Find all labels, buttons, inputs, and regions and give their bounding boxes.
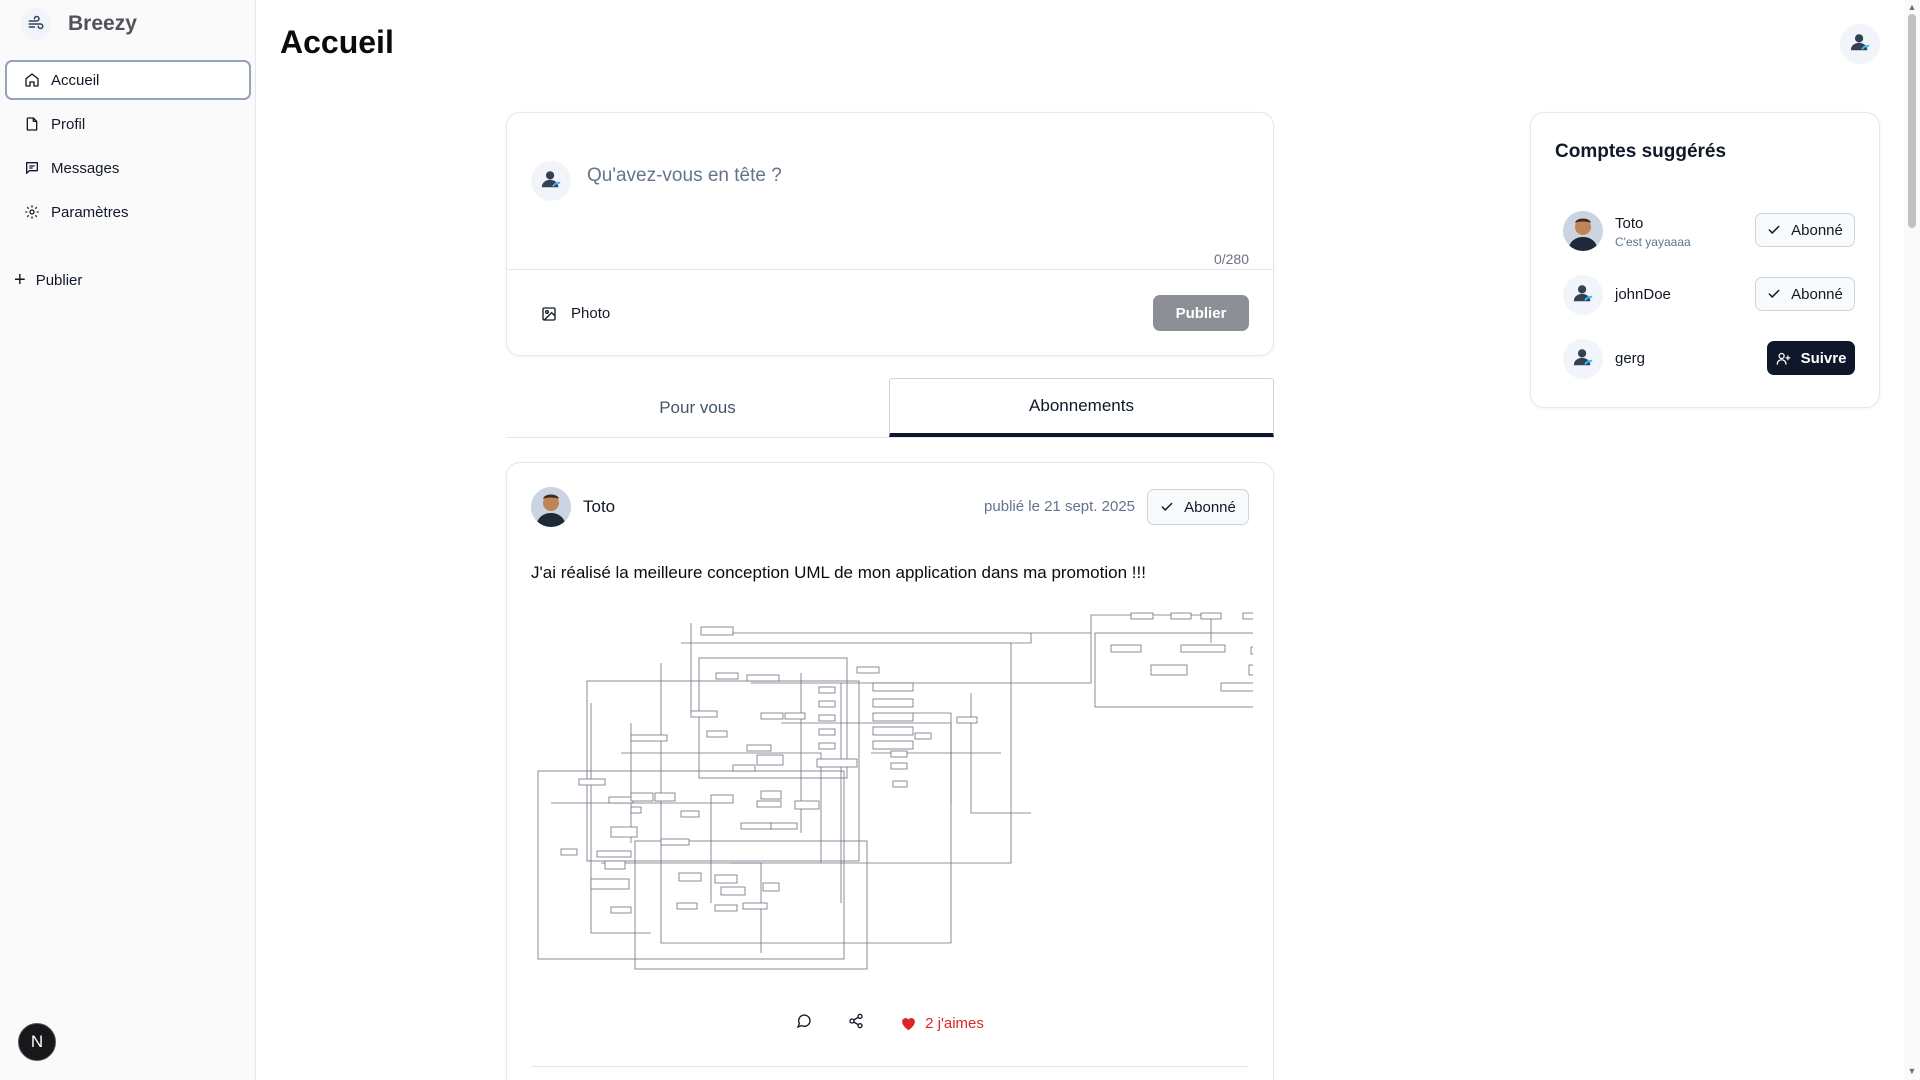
uml-diagram-image[interactable] bbox=[531, 603, 1280, 973]
suggested-accounts-title: Comptes suggérés bbox=[1555, 141, 1727, 162]
suggested-account-name[interactable]: gerg bbox=[1615, 350, 1645, 367]
post-composer: Qu'avez-vous en tête ? 0/280 Photo Publi… bbox=[506, 112, 1274, 356]
sidebar-item-label: Paramètres bbox=[51, 203, 129, 221]
suggested-account-row: johnDoe Abonné bbox=[1555, 271, 1855, 319]
character-counter: 0/280 bbox=[1213, 251, 1249, 267]
check-icon bbox=[1767, 223, 1781, 237]
user-icon bbox=[1849, 31, 1871, 58]
publish-button[interactable]: Publier bbox=[1153, 295, 1249, 331]
check-icon bbox=[1160, 500, 1174, 514]
tab-abonnements[interactable]: Abonnements bbox=[889, 378, 1274, 437]
file-icon bbox=[23, 115, 41, 133]
comment-button[interactable] bbox=[796, 1013, 812, 1034]
home-icon bbox=[23, 71, 41, 89]
scroll-up-arrow-icon[interactable]: ▲ bbox=[1907, 2, 1917, 12]
post-follow-button[interactable]: Abonné bbox=[1147, 489, 1249, 525]
composer-avatar bbox=[531, 161, 571, 201]
following-label: Abonné bbox=[1791, 221, 1843, 239]
user-icon bbox=[540, 168, 562, 195]
like-button[interactable]: 2 j'aimes bbox=[900, 1015, 984, 1032]
scrollbar-thumb[interactable] bbox=[1908, 14, 1916, 228]
sidebar-item-accueil[interactable]: Accueil bbox=[5, 60, 251, 100]
post-date: publié le 21 sept. 2025 bbox=[984, 498, 1135, 515]
wind-icon bbox=[20, 8, 52, 40]
add-photo-label: Photo bbox=[571, 305, 611, 322]
suggested-account-row: gerg Suivre bbox=[1555, 335, 1855, 383]
post-divider bbox=[531, 1066, 1249, 1067]
user-icon bbox=[1572, 282, 1594, 309]
gear-icon bbox=[23, 203, 41, 221]
following-label: Abonné bbox=[1791, 285, 1843, 303]
post-author-name[interactable]: Toto bbox=[583, 497, 615, 517]
plus-icon: + bbox=[14, 269, 26, 291]
suggested-account-row: Toto C'est yayaaaa Abonné bbox=[1555, 207, 1855, 255]
share-icon bbox=[848, 1013, 864, 1034]
post-actions: 2 j'aimes bbox=[507, 1011, 1273, 1035]
suggested-account-name[interactable]: johnDoe bbox=[1615, 286, 1671, 303]
suggested-account-name[interactable]: Toto bbox=[1615, 215, 1643, 232]
heart-icon bbox=[900, 1015, 917, 1031]
comment-icon bbox=[796, 1013, 812, 1034]
sidebar-publish-label: Publier bbox=[35, 271, 83, 289]
sidebar-item-messages[interactable]: Messages bbox=[5, 148, 251, 188]
sidebar-item-parametres[interactable]: Paramètres bbox=[5, 192, 251, 232]
post-follow-label: Abonné bbox=[1184, 498, 1236, 516]
dev-badge[interactable]: N bbox=[18, 1023, 56, 1061]
sidebar-item-label: Accueil bbox=[51, 71, 100, 89]
user-menu-avatar[interactable] bbox=[1840, 24, 1880, 64]
sidebar-item-profil[interactable]: Profil bbox=[5, 104, 251, 144]
follow-label: Suivre bbox=[1800, 349, 1847, 367]
composer-divider bbox=[507, 269, 1273, 270]
suggested-account-bio: C'est yayaaaa bbox=[1615, 235, 1691, 249]
sidebar-publish-button[interactable]: + Publier bbox=[14, 268, 82, 292]
message-icon bbox=[23, 159, 41, 177]
feed-tabs: Pour vous Abonnements bbox=[506, 378, 1274, 438]
author-avatar[interactable] bbox=[531, 487, 571, 527]
image-icon bbox=[541, 306, 557, 322]
sidebar: Breezy Accueil Profil Messages Paramètre… bbox=[0, 0, 256, 1080]
check-icon bbox=[1767, 287, 1781, 301]
tab-pour-vous[interactable]: Pour vous bbox=[506, 378, 889, 437]
suggested-accounts-panel: Comptes suggérés Toto C'est yayaaaa Abon… bbox=[1530, 112, 1880, 408]
add-photo-button[interactable]: Photo bbox=[541, 305, 610, 322]
follow-button[interactable]: Suivre bbox=[1767, 341, 1855, 375]
sidebar-nav: Accueil Profil Messages Paramètres bbox=[5, 60, 251, 236]
page-title: Accueil bbox=[280, 24, 394, 60]
scroll-down-arrow-icon[interactable]: ▼ bbox=[1907, 1066, 1917, 1076]
suggested-account-avatar[interactable] bbox=[1563, 211, 1603, 251]
suggested-account-avatar[interactable] bbox=[1563, 339, 1603, 379]
user-icon bbox=[1572, 346, 1594, 373]
user-plus-icon bbox=[1776, 351, 1791, 366]
likes-count: 2 j'aimes bbox=[925, 1014, 984, 1032]
following-button[interactable]: Abonné bbox=[1755, 277, 1855, 311]
suggested-account-avatar[interactable] bbox=[1563, 275, 1603, 315]
post-text-input[interactable]: Qu'avez-vous en tête ? bbox=[587, 165, 782, 187]
page-scrollbar[interactable]: ▲ ▼ bbox=[1904, 0, 1920, 1080]
brand-name: Breezy bbox=[68, 12, 137, 35]
post-content: J'ai réalisé la meilleure conception UML… bbox=[531, 563, 1146, 582]
sidebar-item-label: Profil bbox=[51, 115, 86, 133]
share-button[interactable] bbox=[848, 1013, 864, 1034]
brand[interactable]: Breezy bbox=[20, 8, 137, 40]
following-button[interactable]: Abonné bbox=[1755, 213, 1855, 247]
sidebar-item-label: Messages bbox=[51, 159, 120, 177]
post-card: Toto publié le 21 sept. 2025 Abonné J'ai… bbox=[506, 462, 1280, 1080]
